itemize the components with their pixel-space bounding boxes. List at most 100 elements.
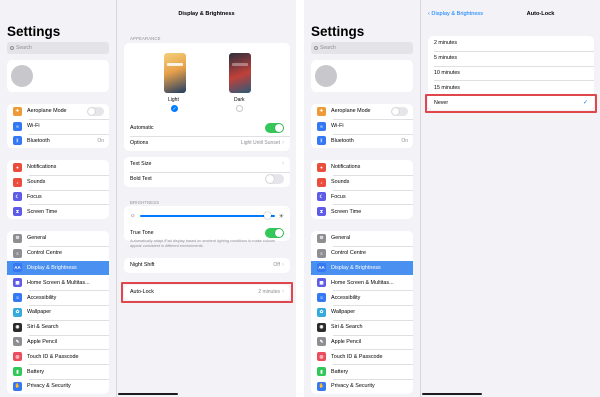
sidebar-item-siri-search[interactable]: ◉ Siri & Search (311, 319, 413, 335)
sidebar-item-notifications[interactable]: ● Notifications (311, 160, 413, 175)
sidebar-item-accessibility[interactable]: ☺ Accessibility (7, 290, 109, 305)
bluetooth-icon: ᛒ (13, 136, 22, 146)
auto-lock-option[interactable]: 15 minutes (428, 80, 594, 95)
sidebar-item-label: Accessibility (331, 294, 361, 301)
sidebar-item-battery[interactable]: ▮ Battery (7, 364, 109, 379)
sidebar-item-sounds[interactable]: ♪ Sounds (311, 174, 413, 190)
sidebar-item-aeroplane-mode[interactable]: ✈ Aeroplane Mode (7, 104, 109, 119)
sidebar-item-focus[interactable]: ☾ Focus (311, 189, 413, 205)
battery-icon: ▮ (13, 367, 22, 377)
sidebar-item-display-brightness[interactable]: AA Display & Brightness (311, 260, 413, 276)
sidebar-item-display-brightness[interactable]: AA Display & Brightness (7, 260, 109, 276)
sidebar-item-siri-search[interactable]: ◉ Siri & Search (7, 319, 109, 335)
light-label: Light (168, 97, 179, 103)
sidebar-item-label: Apple Pencil (331, 338, 361, 345)
sidebar-item-label: Aeroplane Mode (27, 108, 67, 115)
light-radio[interactable]: ✓ (171, 105, 178, 112)
sidebar-item-bluetooth[interactable]: ᛒ Bluetooth On (311, 133, 413, 149)
sidebar-item-label: Siri & Search (27, 324, 59, 331)
sidebar-item-home-screen-multitas[interactable]: ▦ Home Screen & Multitas... (7, 275, 109, 290)
dark-mode-preview[interactable] (229, 53, 251, 93)
sidebar-item-screen-time[interactable]: ⧗ Screen Time (311, 204, 413, 219)
home-indicator (118, 393, 178, 395)
sidebar-item-wallpaper[interactable]: ✿ Wallpaper (311, 304, 413, 320)
appearance-picker: Light Dark ✓ (124, 43, 290, 121)
right-screen: 2:12 pm Wed 15 Nov 85% Settings Search ✈… (304, 0, 600, 397)
bell-icon: ● (13, 162, 22, 172)
brightness-slider-row: ☼ ☀ (124, 206, 290, 226)
night-shift-row[interactable]: Night Shift Off › (124, 258, 290, 273)
true-tone-label: True Tone (130, 230, 154, 237)
sidebar-item-label: Wallpaper (27, 309, 52, 316)
sidebar-item-privacy-security[interactable]: ✋ Privacy & Security (311, 378, 413, 394)
sidebar-item-battery[interactable]: ▮ Battery (311, 364, 413, 379)
sidebar-item-aeroplane-mode[interactable]: ✈ Aeroplane Mode (311, 104, 413, 119)
sidebar-item-label: Aeroplane Mode (331, 108, 371, 115)
aeroplane-mode-toggle[interactable] (87, 106, 104, 116)
true-tone-toggle[interactable] (265, 228, 284, 239)
sidebar-item-touch-id-passcode[interactable]: ◎ Touch ID & Passcode (7, 349, 109, 364)
moon-icon: ☾ (317, 192, 326, 202)
brightness-slider-knob[interactable] (264, 212, 272, 220)
wifi-icon: ≈ (317, 121, 326, 131)
sidebar-item-label: Battery (27, 368, 45, 375)
bold-text-row: Bold Text (124, 171, 290, 187)
sidebar-item-control-centre[interactable]: ≡ Control Centre (7, 245, 109, 261)
sidebar-item-focus[interactable]: ☾ Focus (7, 189, 109, 205)
automatic-row: Automatic (124, 121, 290, 136)
auto-lock-option[interactable]: 2 minutes (428, 36, 594, 51)
bold-text-toggle[interactable] (265, 174, 284, 185)
sidebar-item-label: Home Screen & Multitas... (27, 279, 90, 286)
text-size-row[interactable]: Text Size › (124, 157, 290, 172)
appearance-card: Light Dark ✓ Automatic Options Light Unt… (124, 43, 290, 151)
sidebar-group-connectivity: ✈ Aeroplane Mode ≈ Wi-Fi ᛒ Bluetooth On (311, 104, 413, 149)
sidebar-item-notifications[interactable]: ● Notifications (7, 160, 109, 175)
sidebar-item-wallpaper[interactable]: ✿ Wallpaper (7, 304, 109, 320)
battery-icon: ▮ (317, 367, 326, 377)
settings-sidebar: Settings Search ✈ Aeroplane Mode ≈ Wi-Fi ᛒ Bl… (0, 0, 117, 397)
automatic-toggle[interactable] (265, 123, 284, 134)
sidebar-item-apple-pencil[interactable]: ✎ Apple Pencil (311, 334, 413, 350)
auto-lock-option-label: 15 minutes (434, 84, 460, 91)
auto-lock-option[interactable]: 5 minutes (428, 50, 594, 66)
profile-card[interactable] (311, 60, 413, 92)
auto-lock-option-label: 5 minutes (434, 55, 457, 62)
sidebar-item-privacy-security[interactable]: ✋ Privacy & Security (7, 378, 109, 394)
sidebar-item-label: Wi-Fi (27, 123, 40, 130)
options-row[interactable]: Options Light Until Sunset › (124, 135, 290, 151)
sidebar-item-apple-pencil[interactable]: ✎ Apple Pencil (7, 334, 109, 350)
flower-icon: ✿ (317, 307, 326, 317)
sidebar-item-touch-id-passcode[interactable]: ◎ Touch ID & Passcode (311, 349, 413, 364)
sidebar-item-control-centre[interactable]: ≡ Control Centre (311, 245, 413, 261)
profile-card[interactable] (7, 60, 109, 92)
search-field[interactable]: Search (7, 42, 109, 54)
brightness-slider[interactable] (139, 212, 275, 220)
search-placeholder: Search (320, 45, 336, 51)
sidebar-item-bluetooth[interactable]: ᛒ Bluetooth On (7, 133, 109, 149)
search-icon (10, 46, 14, 50)
sidebar-item-label: Touch ID & Passcode (27, 353, 79, 360)
sidebar-item-label: Touch ID & Passcode (331, 353, 383, 360)
page-title: Display & Brightness (178, 11, 235, 17)
sidebar-item-accessibility[interactable]: ☺ Accessibility (311, 290, 413, 305)
sidebar-item-sounds[interactable]: ♪ Sounds (7, 174, 109, 190)
back-button[interactable]: ‹ Display & Brightness (428, 11, 483, 17)
speaker-icon: ♪ (317, 177, 326, 187)
dark-radio[interactable] (236, 105, 243, 112)
sidebar-item-home-screen-multitas[interactable]: ▦ Home Screen & Multitas... (311, 275, 413, 290)
light-mode-preview[interactable] (164, 53, 186, 93)
sun-small-icon: ☼ (130, 213, 136, 219)
auto-lock-option[interactable]: 10 minutes (428, 65, 594, 81)
sidebar-group-notifications: ● Notifications ♪ Sounds ☾ Focus ⧗ Screen Time (7, 160, 109, 220)
sidebar-item-wi-fi[interactable]: ≈ Wi-Fi (7, 118, 109, 134)
aeroplane-mode-toggle[interactable] (391, 106, 408, 116)
sidebar-item-general[interactable]: ⚙ General (7, 231, 109, 246)
sidebar-item-general[interactable]: ⚙ General (311, 231, 413, 246)
bluetooth-icon: ᛒ (317, 136, 326, 146)
sidebar-item-wi-fi[interactable]: ≈ Wi-Fi (311, 118, 413, 134)
never-highlight (425, 94, 597, 113)
sidebar-group-general: ⚙ General ≡ Control Centre AA Display & Brigh… (7, 231, 109, 394)
search-field[interactable]: Search (311, 42, 413, 54)
sidebar-item-screen-time[interactable]: ⧗ Screen Time (7, 204, 109, 219)
grid-icon: ▦ (317, 278, 326, 288)
